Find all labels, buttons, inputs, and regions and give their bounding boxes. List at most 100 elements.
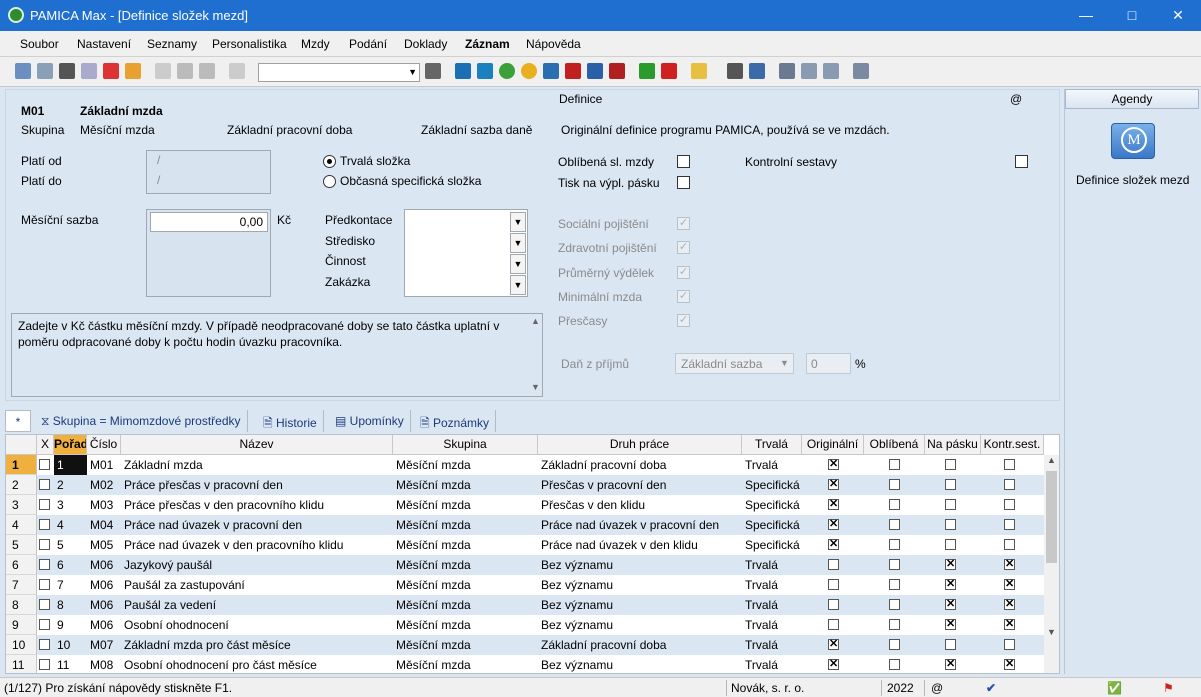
menu-zaznam[interactable]: Záznam xyxy=(465,37,510,51)
menu-doklady[interactable]: Doklady xyxy=(404,37,447,51)
cell-control[interactable] xyxy=(1004,479,1015,490)
scroll-up-icon[interactable]: ▲ xyxy=(531,316,540,326)
pdf-icon[interactable] xyxy=(103,63,119,79)
cell-original[interactable]: ✕ xyxy=(828,459,839,470)
cell-favorite[interactable] xyxy=(889,619,900,630)
scroll-down-icon[interactable]: ▼ xyxy=(1044,627,1059,637)
row-select-checkbox[interactable] xyxy=(39,579,50,590)
row-number[interactable]: 11 xyxy=(6,655,37,673)
cell-on-payslip[interactable] xyxy=(945,519,956,530)
row-number[interactable]: 2 xyxy=(6,475,37,495)
cell-on-payslip[interactable]: ✕ xyxy=(945,559,956,570)
table-row[interactable]: 3 3 M03 Práce přesčas v den pracovního klid… xyxy=(6,495,1044,515)
header-favorite[interactable]: Oblíbená xyxy=(864,435,925,455)
person-icon[interactable] xyxy=(499,63,515,79)
tab-notes[interactable]: 🗎 Poznámky xyxy=(414,410,497,432)
row-number[interactable]: 5 xyxy=(6,535,37,555)
stredisko-dropdown[interactable]: ▼ xyxy=(510,233,526,253)
cell-favorite[interactable] xyxy=(889,539,900,550)
cell-control[interactable] xyxy=(1004,459,1015,470)
cell-original[interactable] xyxy=(828,559,839,570)
agenda-item-icon[interactable]: M xyxy=(1111,123,1155,159)
menu-napoveda[interactable]: Nápověda xyxy=(526,37,581,51)
checkmark-icon[interactable]: ✔ xyxy=(986,681,996,695)
row-number[interactable]: 1 xyxy=(6,455,37,475)
header-group[interactable]: Skupina xyxy=(393,435,538,455)
person-alt-icon[interactable] xyxy=(521,63,537,79)
save-close-icon[interactable] xyxy=(199,63,215,79)
header-order[interactable]: Pořadí xyxy=(54,435,87,455)
transfer-icon[interactable] xyxy=(37,63,53,79)
red-flag-icon[interactable] xyxy=(661,63,677,79)
calculator-icon[interactable] xyxy=(727,63,743,79)
tab-history[interactable]: 🗎 Historie xyxy=(257,410,324,432)
cell-control[interactable] xyxy=(1004,539,1015,550)
scroll-down-icon[interactable]: ▼ xyxy=(531,382,540,392)
cell-on-payslip[interactable]: ✕ xyxy=(945,619,956,630)
cell-control[interactable] xyxy=(1004,639,1015,650)
row-select-checkbox[interactable] xyxy=(39,499,50,510)
header-original[interactable]: Originální xyxy=(802,435,864,455)
cell-on-payslip[interactable] xyxy=(945,639,956,650)
menu-podani[interactable]: Podání xyxy=(349,37,387,51)
table-row[interactable]: 1 1 M01 Základní mzda Měsíční mzda Základní p… xyxy=(6,455,1044,475)
scroll-up-icon[interactable]: ▲ xyxy=(1044,455,1059,465)
maximize-button[interactable]: □ xyxy=(1109,0,1155,31)
cell-favorite[interactable] xyxy=(889,459,900,470)
predkontace-dropdown[interactable]: ▼ xyxy=(510,212,526,232)
report-m4-icon[interactable] xyxy=(609,63,625,79)
cell-control[interactable]: ✕ xyxy=(1004,659,1015,670)
row-number[interactable]: 4 xyxy=(6,515,37,535)
cell-original[interactable]: ✕ xyxy=(828,499,839,510)
table-row[interactable]: 5 5 M05 Práce nad úvazek v den pracovního k… xyxy=(6,535,1044,555)
row-number[interactable]: 6 xyxy=(6,555,37,575)
row-select-checkbox[interactable] xyxy=(39,539,50,550)
cell-on-payslip[interactable] xyxy=(945,479,956,490)
cell-control[interactable] xyxy=(1004,499,1015,510)
header-permanent[interactable]: Trvalá xyxy=(742,435,802,455)
close-button[interactable]: ✕ xyxy=(1155,0,1201,31)
cell-original[interactable] xyxy=(828,599,839,610)
cell-original[interactable] xyxy=(828,579,839,590)
header-name[interactable]: Název xyxy=(121,435,393,455)
red-flag-icon[interactable]: ⚑ xyxy=(1163,681,1174,695)
favorite-checkbox[interactable] xyxy=(677,155,690,168)
cell-favorite[interactable] xyxy=(889,479,900,490)
cinnost-dropdown[interactable]: ▼ xyxy=(510,254,526,274)
cell-original[interactable]: ✕ xyxy=(828,539,839,550)
radio-permanent[interactable] xyxy=(323,155,336,168)
cell-original[interactable]: ✕ xyxy=(828,519,839,530)
menu-mzdy[interactable]: Mzdy xyxy=(301,37,330,51)
tab-star[interactable]: * xyxy=(5,410,31,432)
monthly-rate-input[interactable]: 0,00 xyxy=(150,212,268,232)
row-select-checkbox[interactable] xyxy=(39,599,50,610)
cell-on-payslip[interactable]: ✕ xyxy=(945,599,956,610)
income-tax-percent[interactable]: 0 xyxy=(806,353,851,374)
cell-favorite[interactable] xyxy=(889,659,900,670)
menu-nastaveni[interactable]: Nastavení xyxy=(77,37,131,51)
cell-favorite[interactable] xyxy=(889,499,900,510)
minimize-button[interactable]: — xyxy=(1063,0,1109,31)
org-icon[interactable] xyxy=(477,63,493,79)
scrollbar-thumb[interactable] xyxy=(1046,471,1057,563)
row-number[interactable]: 8 xyxy=(6,595,37,615)
table-row[interactable]: 10 10 M07 Základní mzda pro část měsíce Měsí… xyxy=(6,635,1044,655)
menu-personalistika[interactable]: Personalistika xyxy=(212,37,287,51)
exit-icon[interactable] xyxy=(15,63,31,79)
save-icon[interactable] xyxy=(177,63,193,79)
table-row[interactable]: 8 8 M06 Paušál za vedení Měsíční mzda Bez výz… xyxy=(6,595,1044,615)
cell-favorite[interactable] xyxy=(889,639,900,650)
green-flag-icon[interactable] xyxy=(639,63,655,79)
list-icon[interactable] xyxy=(801,63,817,79)
preview-icon[interactable] xyxy=(81,63,97,79)
menu-seznamy[interactable]: Seznamy xyxy=(147,37,197,51)
cell-control[interactable]: ✕ xyxy=(1004,559,1015,570)
cell-favorite[interactable] xyxy=(889,519,900,530)
cell-on-payslip[interactable] xyxy=(945,459,956,470)
header-worktype[interactable]: Druh práce xyxy=(538,435,742,455)
cell-control[interactable]: ✕ xyxy=(1004,579,1015,590)
row-select-checkbox[interactable] xyxy=(39,619,50,630)
zakazka-dropdown[interactable]: ▼ xyxy=(510,275,526,295)
table-row[interactable]: 4 4 M04 Práce nad úvazek v pracovní den Měsí… xyxy=(6,515,1044,535)
agenda-item-label[interactable]: Definice složek mezd xyxy=(1076,173,1189,187)
